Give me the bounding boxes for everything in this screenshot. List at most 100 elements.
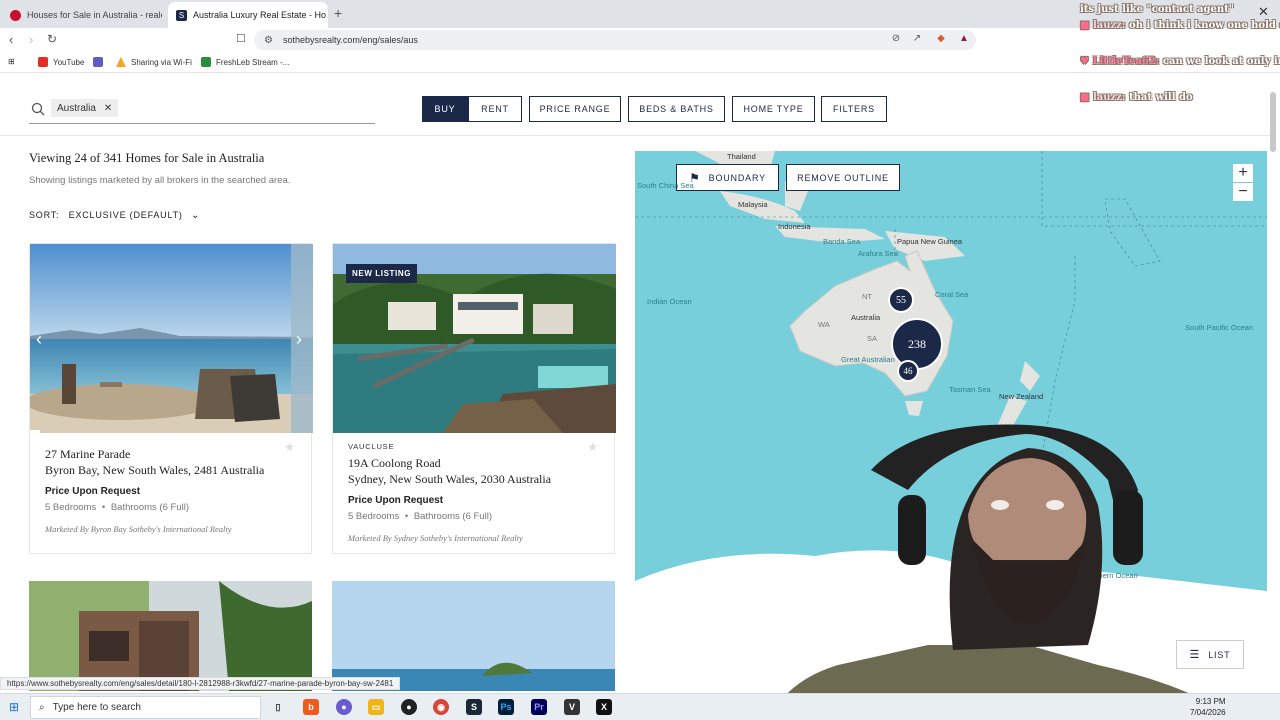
listing-photo[interactable] [29,581,312,691]
chrome-icon[interactable]: ◉ [433,699,449,715]
listing-broker: Marketed By Byron Bay Sotheby's Internat… [45,524,232,534]
list-view-button[interactable]: ☰ LIST [1176,640,1244,669]
map-label-wa: WA [818,320,830,329]
listing-price: Price Upon Request [45,486,141,497]
chat-user: LittleTea62: [1092,56,1160,67]
address-line2: Byron Bay, New South Wales, 2481 Austral… [45,463,265,477]
photoshop-icon[interactable]: Ps [498,699,514,715]
close-tab-icon[interactable]: ✕ [326,9,328,22]
remove-outline-button[interactable]: REMOVE OUTLINE [786,164,900,191]
taskbar-search[interactable]: ⌕ Type here to search [30,696,261,719]
badge-icon: ■ [1080,92,1090,103]
chat-text: oh i think i know one hold on [1129,20,1280,31]
bathrooms: Bathrooms (6 Full) [110,502,189,513]
favorite-star-icon[interactable]: ★ [284,440,295,454]
buy-button[interactable]: BUY [422,96,468,122]
listing-address: 27 Marine Parade Byron Bay, New South Wa… [45,446,264,478]
bookmark-youtube[interactable]: YouTube [38,57,84,67]
app-icon [93,57,103,67]
site-favicon-icon [10,9,21,21]
back-icon[interactable]: ‹ [9,32,13,47]
map-label-nt: NT [862,292,872,301]
premiere-icon[interactable]: Pr [531,699,547,715]
clock-time: 9:13 PM [1195,697,1226,706]
map-label-banda-sea: Banda Sea [823,237,861,246]
window-close-icon[interactable]: ✕ [1258,4,1269,20]
sort-label: SORT: [29,210,60,220]
file-explorer-icon[interactable]: ▭ [368,699,384,715]
map-cluster-marker[interactable]: 238 [891,318,943,370]
listing-suburb: VAUCLUSE [348,442,395,451]
next-photo-icon[interactable]: › [296,329,302,350]
address-line2: Sydney, New South Wales, 2030 Australia [348,472,552,486]
bookmark-freshleb[interactable]: FreshLeb Stream -... [201,57,289,67]
rewards-icon[interactable]: ▲ [958,33,970,45]
zoom-out-button[interactable]: − [1233,183,1253,201]
listing-specs: 5 Bedrooms • Bathrooms (6 Full) [45,502,189,513]
map-label-sa: SA [867,334,878,343]
map-cluster-marker[interactable]: 55 [888,287,914,313]
listing-photo[interactable]: NEW LISTING [333,244,616,433]
eye-off-icon[interactable]: ⊘ [890,33,902,45]
address-bar[interactable]: ⚙ sothebysrealty.com/eng/sales/aus [254,30,976,50]
new-listing-badge: NEW LISTING [346,264,418,283]
bookmark-label: FreshLeb Stream -... [216,57,290,67]
tab-realestate[interactable]: Houses for Sale in Australia - realestat [2,2,162,28]
zoom-in-button[interactable]: + [1233,164,1253,182]
filters-button[interactable]: FILTERS [821,96,887,122]
vm-icon[interactable]: V [564,699,580,715]
home-type-button[interactable]: HOME TYPE [732,96,815,122]
listing-card[interactable]: ‹ › ★ 27 Marine Parade Byron Bay, New So… [29,243,313,554]
listing-image-modern-house [29,581,312,691]
favorite-star-icon[interactable]: ★ [587,440,598,454]
page-scrollbar[interactable] [1270,92,1276,152]
bookmark-icon[interactable]: ☐ [236,32,246,45]
taskbar-clock[interactable]: 9:13 PM 7/04/2026 [1190,696,1226,718]
map-cluster-marker[interactable]: 46 [897,360,919,382]
chat-text: its just like "contact agent" [1080,4,1234,15]
new-tab-button[interactable]: + [334,5,342,21]
task-view-icon[interactable]: ▯ [270,699,286,715]
chat-text: that will do [1129,92,1193,103]
listing-photo[interactable] [332,581,615,691]
rent-button[interactable]: RENT [468,96,522,122]
app-icon[interactable]: X [596,699,612,715]
listing-specs: 5 Bedrooms • Bathrooms (6 Full) [348,511,492,522]
obs-icon[interactable]: ● [401,699,417,715]
remove-chip-icon[interactable]: ✕ [104,103,112,114]
bookmark-blank[interactable] [93,57,108,67]
bookmark-wifi[interactable]: Sharing via Wi-Fi [116,57,192,67]
listing-card[interactable]: NEW LISTING ★ VAUCLUSE 19A Coolong Road … [332,243,616,554]
map-label-indian-ocean: Indian Ocean [647,297,692,306]
location-chip[interactable]: Australia ✕ [51,99,119,117]
price-range-button[interactable]: PRICE RANGE [529,96,621,122]
url-text: sothebysrealty.com/eng/sales/aus [282,35,418,45]
location-search[interactable]: Australia ✕ [29,94,375,124]
prev-photo-icon[interactable]: ‹ [36,329,42,350]
windows-start-icon[interactable]: ⊞ [9,700,19,714]
map-label-papua: Papua New Guinea [897,237,963,246]
brave-shield-icon[interactable]: ◆ [935,33,947,45]
chat-text: can we look at only in aus [1162,56,1280,67]
map-label-thailand: Thailand [727,152,756,161]
beds-baths-button[interactable]: BEDS & BATHS [628,96,725,122]
freshleb-icon [201,57,211,67]
steam-icon[interactable]: S [466,699,482,715]
chat-message: ■ lauzz: oh i think i know one hold on [1080,20,1280,32]
brave-icon[interactable]: b [303,699,319,715]
search-icon: ⌕ [39,702,45,713]
list-icon: ☰ [1189,649,1201,661]
app-icon[interactable]: ● [336,699,352,715]
bookmark-label: Sharing via Wi-Fi [131,57,192,67]
apps-grid-icon[interactable]: ⊞ [8,57,15,66]
listing-photo[interactable]: ‹ › [30,244,313,433]
site-info-icon[interactable]: ⚙ [264,35,273,46]
forward-icon[interactable]: › [29,32,33,47]
share-icon[interactable]: ↗ [911,33,923,45]
map-label-tasman-sea: Tasman Sea [949,385,991,394]
reload-icon[interactable]: ↻ [47,32,57,46]
sort-dropdown[interactable]: SORT: EXCLUSIVE (DEFAULT) ⌄ [29,210,200,221]
streamer-webcam-image [768,424,1238,720]
windows-taskbar: ⊞ ⌕ Type here to search ▯ b ● ▭ ● ◉ S Ps… [0,693,1280,720]
tab-sothebys[interactable]: S Australia Luxury Real Estate - Ho ✕ [168,2,328,28]
